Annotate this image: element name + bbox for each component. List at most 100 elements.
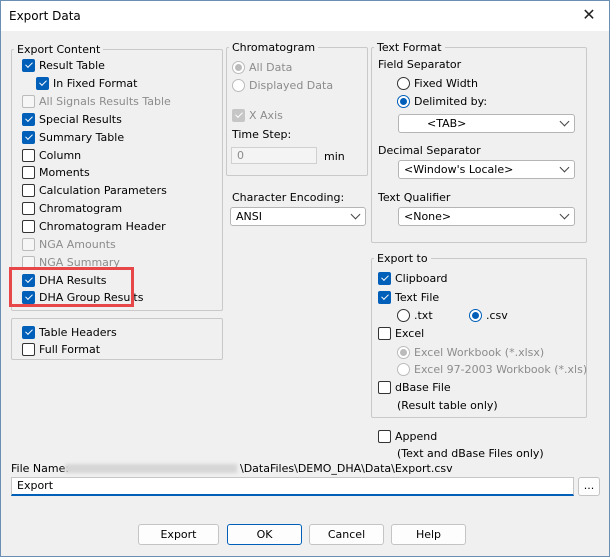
delimiter-value: <TAB> xyxy=(427,117,467,130)
radio-icon xyxy=(232,79,245,92)
chromatogram-checkbox[interactable]: Chromatogram xyxy=(22,202,122,215)
all-data-radio: All Data xyxy=(232,61,292,74)
nga-amounts-label: NGA Amounts xyxy=(39,238,116,251)
csv-radio[interactable]: .csv xyxy=(469,309,508,322)
delimited-by-radio[interactable]: Delimited by: xyxy=(397,95,487,108)
decimal-separator-label: Decimal Separator xyxy=(378,144,481,157)
highlight-box xyxy=(9,267,134,307)
table-headers-checkbox[interactable]: Table Headers xyxy=(22,326,117,339)
table-headers-label: Table Headers xyxy=(39,326,117,339)
summary-table-checkbox[interactable]: Summary Table xyxy=(22,131,124,144)
dbase-note: (Result table only) xyxy=(397,399,498,412)
radio-icon xyxy=(397,77,410,90)
time-step-label: Time Step: xyxy=(232,128,292,141)
time-step-input: 0 xyxy=(231,147,317,164)
export-content-legend: Export Content xyxy=(17,43,101,56)
fixed-width-radio[interactable]: Fixed Width xyxy=(397,77,478,90)
in-fixed-format-label: In Fixed Format xyxy=(53,77,138,90)
title-bar: Export Data ✕ xyxy=(1,1,609,31)
full-format-checkbox[interactable]: Full Format xyxy=(22,343,100,356)
decimal-separator-value: <Window's Locale> xyxy=(404,163,514,176)
dbase-file-label: dBase File xyxy=(395,381,451,394)
export-data-dialog: Export Data ✕ Export Content Result Tabl… xyxy=(0,0,610,557)
checkbox-icon xyxy=(22,113,35,126)
text-format-legend: Text Format xyxy=(377,41,442,54)
checkbox-icon xyxy=(22,59,35,72)
ok-button[interactable]: OK xyxy=(227,524,302,545)
result-table-label: Result Table xyxy=(39,59,105,72)
checkbox-icon xyxy=(22,220,35,233)
character-encoding-select[interactable]: ANSI xyxy=(230,207,366,226)
checkbox-icon xyxy=(22,238,35,251)
text-qualifier-select[interactable]: <None> xyxy=(398,207,575,226)
delimiter-select[interactable]: <TAB> xyxy=(398,114,575,133)
checkbox-icon xyxy=(378,291,391,304)
checkbox-icon xyxy=(22,343,35,356)
chromatogram-header-label: Chromatogram Header xyxy=(39,220,166,233)
chromatogram-label: Chromatogram xyxy=(39,202,123,215)
text-qualifier-label: Text Qualifier xyxy=(378,191,451,204)
checkbox-icon xyxy=(22,202,35,215)
radio-icon xyxy=(397,309,410,322)
checkbox-icon xyxy=(378,430,391,443)
cancel-button[interactable]: Cancel xyxy=(309,524,384,545)
checkbox-icon xyxy=(378,381,391,394)
special-results-label: Special Results xyxy=(39,113,122,126)
all-signals-results-table-checkbox: All Signals Results Table xyxy=(22,95,171,108)
field-separator-label: Field Separator xyxy=(378,58,462,71)
in-fixed-format-checkbox[interactable]: In Fixed Format xyxy=(36,77,137,90)
checkbox-icon xyxy=(232,109,245,122)
result-table-checkbox[interactable]: Result Table xyxy=(22,59,105,72)
csv-label: .csv xyxy=(486,309,508,322)
all-signals-label: All Signals Results Table xyxy=(39,95,171,108)
special-results-checkbox[interactable]: Special Results xyxy=(22,113,122,126)
radio-icon xyxy=(397,95,410,108)
window-title: Export Data xyxy=(9,9,81,23)
append-checkbox[interactable]: Append xyxy=(378,430,437,443)
moments-checkbox[interactable]: Moments xyxy=(22,166,90,179)
decimal-separator-select[interactable]: <Window's Locale> xyxy=(398,160,575,179)
browse-button[interactable]: ... xyxy=(578,477,600,496)
text-file-checkbox[interactable]: Text File xyxy=(378,291,439,304)
append-label: Append xyxy=(395,430,438,443)
fixed-width-label: Fixed Width xyxy=(414,77,478,90)
dbase-file-checkbox[interactable]: dBase File xyxy=(378,381,451,394)
radio-icon xyxy=(397,346,410,359)
nga-amounts-checkbox: NGA Amounts xyxy=(22,238,116,251)
displayed-data-radio: Displayed Data xyxy=(232,79,333,92)
file-name-label: File Name: xyxy=(11,462,70,475)
excel-checkbox[interactable]: Excel xyxy=(378,327,424,340)
export-button[interactable]: Export xyxy=(138,524,219,545)
excel-xlsx-label: Excel Workbook (*.xlsx) xyxy=(414,346,545,359)
calculation-parameters-label: Calculation Parameters xyxy=(39,184,167,197)
calculation-parameters-checkbox[interactable]: Calculation Parameters xyxy=(22,184,167,197)
displayed-data-label: Displayed Data xyxy=(249,79,334,92)
x-axis-label: X Axis xyxy=(249,109,283,122)
column-label: Column xyxy=(39,149,82,162)
help-button[interactable]: Help xyxy=(391,524,466,545)
summary-table-label: Summary Table xyxy=(39,131,125,144)
character-encoding-value: ANSI xyxy=(236,210,262,223)
close-icon[interactable]: ✕ xyxy=(579,5,599,25)
text-file-label: Text File xyxy=(395,291,440,304)
time-step-unit: min xyxy=(324,150,345,163)
excel-xlsx-radio: Excel Workbook (*.xlsx) xyxy=(397,346,544,359)
excel-xls-radio: Excel 97-2003 Workbook (*.xls) xyxy=(397,363,587,376)
export-to-legend: Export to xyxy=(377,252,428,265)
checkbox-icon xyxy=(22,326,35,339)
checkbox-icon xyxy=(378,272,391,285)
column-checkbox[interactable]: Column xyxy=(22,149,81,162)
chevron-down-icon xyxy=(559,162,570,173)
moments-label: Moments xyxy=(39,166,90,179)
chromatogram-header-checkbox[interactable]: Chromatogram Header xyxy=(22,220,166,233)
text-qualifier-value: <None> xyxy=(404,210,452,223)
checkbox-icon xyxy=(36,77,49,90)
checkbox-icon xyxy=(22,95,35,108)
clipboard-label: Clipboard xyxy=(395,272,448,285)
radio-icon xyxy=(232,61,245,74)
file-name-input[interactable]: Export xyxy=(11,477,574,496)
x-axis-checkbox: X Axis xyxy=(232,109,283,122)
clipboard-checkbox[interactable]: Clipboard xyxy=(378,272,448,285)
txt-radio[interactable]: .txt xyxy=(397,309,433,322)
chevron-down-icon xyxy=(559,209,570,220)
